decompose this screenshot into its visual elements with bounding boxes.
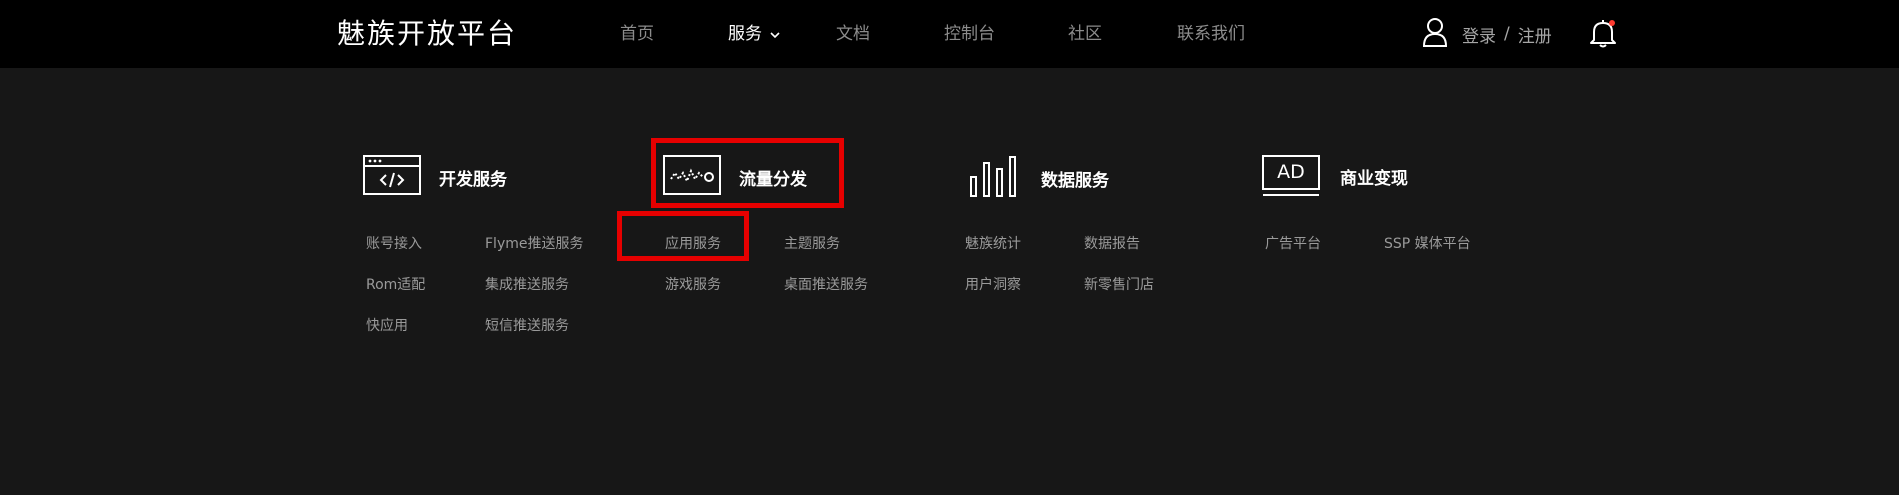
link-rom-adapt[interactable]: Rom适配 — [366, 275, 425, 295]
link-app-services[interactable]: 应用服务 — [665, 234, 721, 254]
ad-icon: AD — [1262, 155, 1320, 197]
category-monetization[interactable]: AD 商业变现 — [1262, 155, 1408, 197]
link-game-services[interactable]: 游戏服务 — [665, 275, 721, 295]
notification-bell[interactable] — [1588, 18, 1618, 48]
code-window-icon — [363, 155, 421, 200]
nav-community[interactable]: 社区 — [1068, 22, 1102, 46]
chevron-down-icon — [770, 22, 780, 46]
nav-docs[interactable]: 文档 — [836, 22, 870, 46]
nav-contact[interactable]: 联系我们 — [1177, 22, 1245, 46]
ad-icon-label: AD — [1277, 161, 1305, 183]
link-flyme-push[interactable]: Flyme推送服务 — [485, 234, 583, 254]
link-desktop-push[interactable]: 桌面推送服务 — [784, 275, 868, 295]
category-title: 流量分发 — [739, 170, 807, 190]
register-link[interactable]: 注册 — [1518, 22, 1552, 47]
category-traffic-distribution[interactable]: 流量分发 — [663, 155, 807, 200]
link-account-access[interactable]: 账号接入 — [366, 234, 422, 254]
category-title: 商业变现 — [1340, 168, 1408, 189]
bell-icon — [1588, 20, 1618, 52]
category-dev-services[interactable]: 开发服务 — [363, 155, 507, 200]
link-data-report[interactable]: 数据报告 — [1084, 234, 1140, 254]
category-data-services[interactable]: 数据服务 — [969, 155, 1109, 202]
link-sms-push[interactable]: 短信推送服务 — [485, 316, 569, 336]
top-navigation-bar: 魅族开放平台 首页 服务 文档 控制台 社区 联系我们 登录 / 注册 — [0, 0, 1899, 68]
brand-logo[interactable]: 魅族开放平台 — [337, 16, 517, 52]
nav-console[interactable]: 控制台 — [944, 22, 995, 46]
nav-services[interactable]: 服务 — [728, 22, 780, 46]
link-integrated-push[interactable]: 集成推送服务 — [485, 275, 569, 295]
login-link[interactable]: 登录 — [1462, 22, 1496, 47]
traffic-wave-icon — [663, 155, 721, 200]
nav-services-label: 服务 — [728, 24, 762, 44]
nav-home[interactable]: 首页 — [620, 22, 654, 46]
link-user-insight[interactable]: 用户洞察 — [965, 275, 1021, 295]
link-ad-platform[interactable]: 广告平台 — [1265, 234, 1321, 254]
link-quick-app[interactable]: 快应用 — [366, 316, 408, 336]
auth-separator: / — [1504, 24, 1510, 44]
bar-chart-icon — [969, 155, 1017, 202]
user-icon[interactable] — [1422, 17, 1448, 52]
link-meizu-stats[interactable]: 魅族统计 — [965, 234, 1021, 254]
user-auth-area: 登录 / 注册 — [1422, 17, 1552, 52]
link-theme-services[interactable]: 主题服务 — [784, 234, 840, 254]
category-title: 开发服务 — [439, 170, 507, 190]
link-ssp-platform[interactable]: SSP 媒体平台 — [1384, 234, 1471, 254]
link-retail-store[interactable]: 新零售门店 — [1084, 275, 1154, 295]
notification-dot — [1609, 20, 1615, 26]
category-title: 数据服务 — [1041, 171, 1109, 191]
